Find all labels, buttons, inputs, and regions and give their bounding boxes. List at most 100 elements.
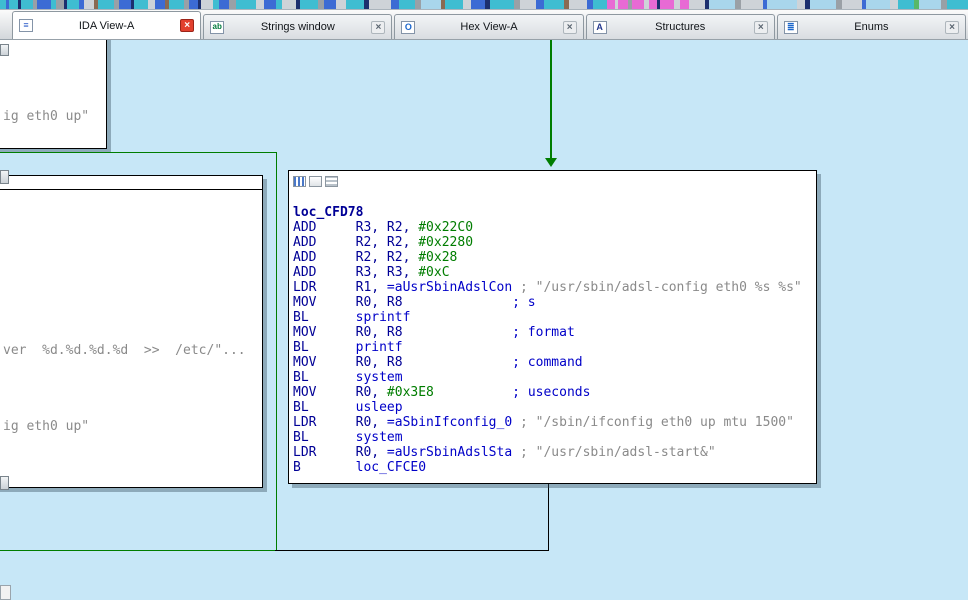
navband-stripe [680,0,689,9]
tab-strings-window[interactable]: ab Strings window × [203,14,393,39]
graph-node-loc-cfd78[interactable]: loc_CFD78 ADD R3, R2, #0x22C0 ADD R2, R2, … [288,170,817,484]
tab-label: Strings window [260,21,335,33]
code-line: B loc_CFCE0 [293,460,427,475]
navband-stripe [866,0,890,9]
graph-canvas[interactable]: ig eth0 up" ver %d.%d.%d.%d >> /etc/"...… [0,40,968,600]
code-string-comment: ver %d.%d.%d.%d >> /etc/"... [3,343,246,358]
navband-stripe [607,0,615,9]
navband-stripe [324,0,336,9]
navband-stripe [256,0,264,9]
code-line: MOV R0, R8 ; s [293,295,536,310]
code-line: ADD R2, R2, #0x2280 [293,235,474,250]
navband-stripe [810,0,836,9]
node-title-bar [0,176,262,190]
code-line: LDR R0, =aSbinIfconfig_0 ; "/sbin/ifconf… [293,415,794,430]
code-line: LDR R1, =aUsrSbinAdslCon ; "/usr/sbin/ad… [293,280,802,295]
node-color-icon[interactable] [293,176,306,187]
edge-outgoing-vertical [548,482,549,550]
navband-stripe [490,0,514,9]
navband-stripe [689,0,705,9]
code-line: ADD R2, R2, #0x28 [293,250,458,265]
navband-stripe [21,0,33,9]
navband-stripe [9,0,18,9]
navband-stripe [391,0,399,9]
navband-stripe [544,0,564,9]
code-line: BL system [293,370,403,385]
scroll-marker-icon[interactable] [0,476,9,490]
code-line: BL usleep [293,400,403,415]
navband-stripe [471,0,485,9]
navband-stripe [445,0,463,9]
navband-stripe [236,0,256,9]
node-title-bar [289,171,816,189]
navband-stripe [842,0,862,9]
hex-icon: O [401,20,416,34]
code-line: ADD R3, R3, #0xC [293,265,450,280]
tab-close-button[interactable]: × [371,20,386,34]
navband-stripe [618,0,628,9]
code-line: MOV R0, R8 ; format [293,325,575,340]
navband-stripe [264,0,276,9]
node-frame-icon[interactable] [309,176,322,187]
graph-node-clipped-top[interactable]: ig eth0 up" [0,40,107,149]
code-line: MOV R0, #0x3E8 ; useconds [293,385,591,400]
tab-label: Enums [854,21,889,33]
navband-stripe [37,0,51,9]
navband-stripe [890,0,898,9]
code-line: BL sprintf [293,310,411,325]
tab-close-button[interactable]: × [945,20,960,34]
tab-close-button[interactable]: × [753,20,768,34]
tab-label: Structures [655,21,706,33]
tab-close-button[interactable]: × [180,19,195,32]
tab-close-button[interactable]: × [562,20,577,34]
tab-label: IDA View-A [78,19,135,32]
navband-stripe [336,0,346,9]
tab-structures[interactable]: A Structures × [585,14,775,39]
navband-stripe [148,0,155,9]
code-line: MOV R0, R8 ; command [293,355,583,370]
disassembly-listing: loc_CFD78 ADD R3, R2, #0x22C0 ADD R2, R2, … [289,189,816,481]
navband-stripe [421,0,441,9]
navband-stripe [660,0,674,9]
navband-stripe [593,0,607,9]
navband-stripe [919,0,941,9]
navband-stripe [134,0,148,9]
navband-stripe [369,0,391,9]
tab-label: Hex View-A [460,21,518,33]
navband-stripe [741,0,763,9]
ida-window: ≡ IDA View-A × ab Strings window × O Hex View-A… [0,0,968,600]
tab-enums[interactable]: ≣ Enums × [776,14,967,39]
navband-stripe [767,0,797,9]
navband-stripe [399,0,415,9]
navband-stripe [282,0,296,9]
navband-stripe [84,0,94,9]
navband-stripe [189,0,198,9]
scrollbar-corner [0,585,11,600]
node-group-icon[interactable] [325,176,338,187]
tab-ida-view-a[interactable]: ≡ IDA View-A × [12,11,202,39]
scroll-marker-icon[interactable] [0,44,9,56]
edge-arrowhead-icon [545,158,557,167]
navband-stripe [169,0,184,9]
code-string-comment: ig eth0 up" [3,419,90,434]
navband-stripe [536,0,544,9]
scroll-marker-icon[interactable] [0,170,9,184]
navband-stripe [56,0,64,9]
navband-stripe [346,0,364,9]
code-line: ADD R3, R2, #0x22C0 [293,220,474,235]
code-line: loc_CFD78 [293,205,364,220]
tab-hex-view-a[interactable]: O Hex View-A × [394,14,584,39]
strings-icon: ab [210,20,225,34]
edge-outgoing-horizontal [275,550,549,551]
navband-stripe [155,0,165,9]
navband-stripe [98,0,114,9]
navband-stripe [947,0,968,9]
graph-node-clipped-left[interactable]: ver %d.%d.%d.%d >> /etc/"... ig eth0 up" [0,175,263,488]
navband-stripe [520,0,536,9]
navband-stripe [709,0,735,9]
navigator-band[interactable] [0,0,968,10]
edge-incoming-line [550,40,552,160]
navband-stripe [67,0,79,9]
navband-stripe [898,0,914,9]
navband-stripe [463,0,471,9]
